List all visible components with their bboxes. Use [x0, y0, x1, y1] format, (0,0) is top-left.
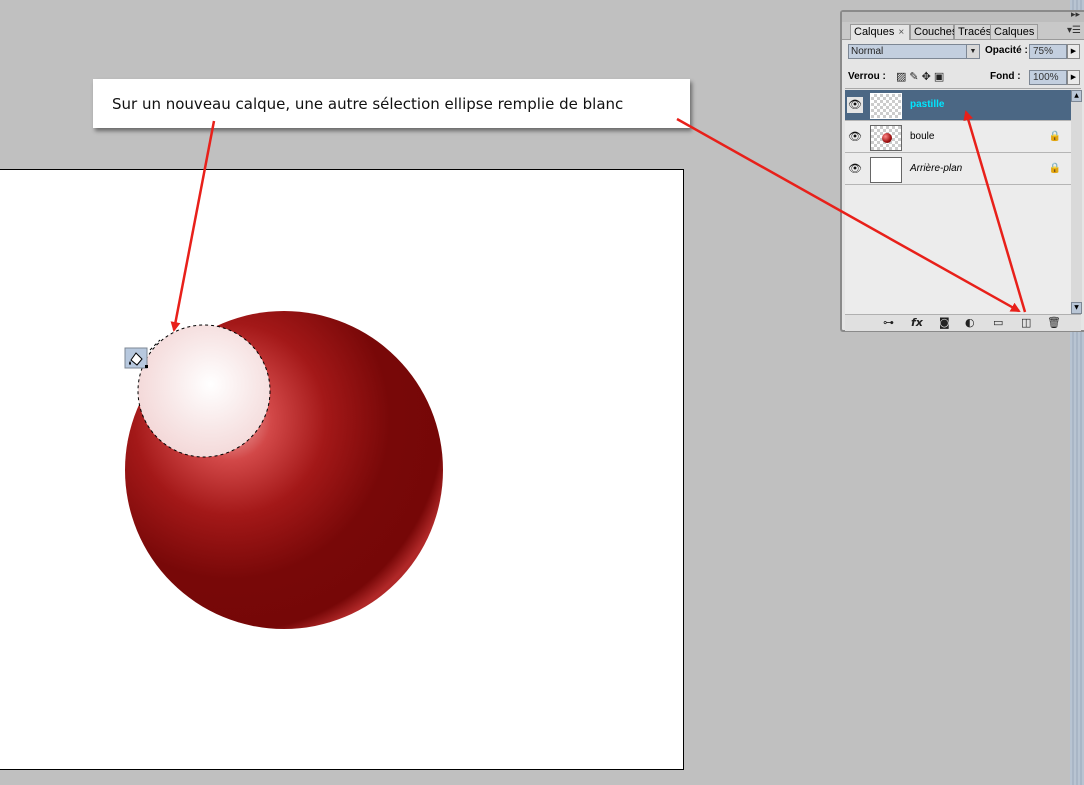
layer-row-arriere-plan[interactable]: 👁 Arrière-plan 🔒 — [845, 154, 1071, 185]
callout-text: Sur un nouveau calque, une autre sélecti… — [112, 94, 624, 113]
fill-arrow-button[interactable]: ▶ — [1067, 70, 1080, 85]
opacity-arrow-button[interactable]: ▶ — [1067, 44, 1080, 59]
canvas-artwork — [124, 311, 443, 629]
lock-row: Verrou : ▨✎✥▣ Fond : 100% ▶ — [848, 70, 1080, 86]
tab-label: Calques — [994, 26, 1035, 38]
scroll-up-icon[interactable]: ▲ — [1071, 90, 1082, 102]
layer-name: boule — [910, 131, 935, 142]
lock-all-icon[interactable]: ▣ — [934, 70, 947, 83]
panel-tabs: Calques × Couches Tracés Calques ▾☰ — [842, 22, 1084, 40]
lock-label: Verrou : — [848, 71, 886, 82]
panel-titlebar[interactable]: ▸▸ — [842, 10, 1084, 22]
layers-panel: ▸▸ Calques × Couches Tracés Calques ▾☰ No… — [840, 10, 1084, 332]
trash-icon[interactable]: 🗑 — [1047, 316, 1061, 329]
fx-icon[interactable]: fx — [911, 316, 923, 329]
link-icon[interactable]: ⊶ — [883, 316, 894, 329]
layer-row-boule[interactable]: 👁 boule 🔒 — [845, 122, 1071, 153]
layers-scrollbar[interactable]: ▲ ▼ — [1071, 90, 1082, 314]
fill-label: Fond : — [990, 71, 1021, 82]
lock-icon: 🔒 — [1048, 163, 1061, 174]
layer-thumbnail — [870, 93, 902, 119]
lock-icon: 🔒 — [1048, 131, 1061, 142]
tab-calques[interactable]: Calques × — [850, 24, 910, 40]
opacity-label: Opacité : — [985, 45, 1028, 56]
blend-mode-select[interactable]: Normal ▼ — [848, 44, 980, 59]
collapse-icon[interactable]: ▸▸ — [1071, 10, 1080, 20]
panel-menu-icon[interactable]: ▾☰ — [1067, 25, 1081, 36]
lock-pixels-icon[interactable]: ✎ — [909, 70, 921, 83]
chevron-down-icon[interactable]: ▼ — [966, 45, 979, 58]
new-layer-icon[interactable]: ◫ — [1021, 316, 1031, 329]
eye-icon[interactable]: 👁 — [847, 161, 863, 177]
adjustment-icon[interactable]: ◐ — [965, 316, 975, 329]
close-icon[interactable]: × — [898, 27, 904, 38]
ball-thumbnail — [882, 133, 892, 143]
layer-thumbnail — [870, 125, 902, 151]
layers-toolbar: ⊶ fx ◙ ◐ ▭ ◫ 🗑 — [845, 314, 1081, 331]
tab-label: Tracés — [958, 26, 992, 38]
scroll-down-icon[interactable]: ▼ — [1071, 302, 1082, 314]
paint-bucket-icon — [124, 347, 148, 369]
instruction-callout: Sur un nouveau calque, une autre sélecti… — [93, 79, 690, 128]
lock-options[interactable]: ▨✎✥▣ — [896, 70, 947, 83]
white-spot — [138, 325, 270, 457]
eye-icon[interactable]: 👁 — [847, 97, 863, 113]
tab-label: Calques — [854, 26, 895, 38]
tab-calques-2[interactable]: Calques — [990, 24, 1038, 39]
layer-name: pastille — [910, 99, 945, 110]
eye-icon[interactable]: 👁 — [847, 129, 863, 145]
document-canvas[interactable] — [0, 169, 684, 770]
blend-mode-value: Normal — [851, 46, 884, 57]
layer-name: Arrière-plan — [910, 163, 963, 174]
layers-list: 👁 pastille 👁 boule 🔒 👁 Arrière-plan 🔒 — [845, 90, 1071, 314]
opacity-input[interactable]: 75% — [1029, 44, 1067, 59]
fill-input[interactable]: 100% — [1029, 70, 1067, 85]
divider — [845, 88, 1081, 89]
tab-couches[interactable]: Couches — [910, 24, 958, 39]
layer-row-pastille[interactable]: 👁 pastille — [845, 90, 1071, 121]
layer-thumbnail — [870, 157, 902, 183]
blend-row: Normal ▼ Opacité : 75% ▶ — [848, 44, 1080, 60]
lock-transparency-icon[interactable]: ▨ — [896, 70, 909, 83]
mask-icon[interactable]: ◙ — [939, 316, 950, 329]
tab-label: Couches — [914, 26, 958, 38]
lock-position-icon[interactable]: ✥ — [922, 70, 934, 83]
folder-icon[interactable]: ▭ — [993, 316, 1003, 329]
